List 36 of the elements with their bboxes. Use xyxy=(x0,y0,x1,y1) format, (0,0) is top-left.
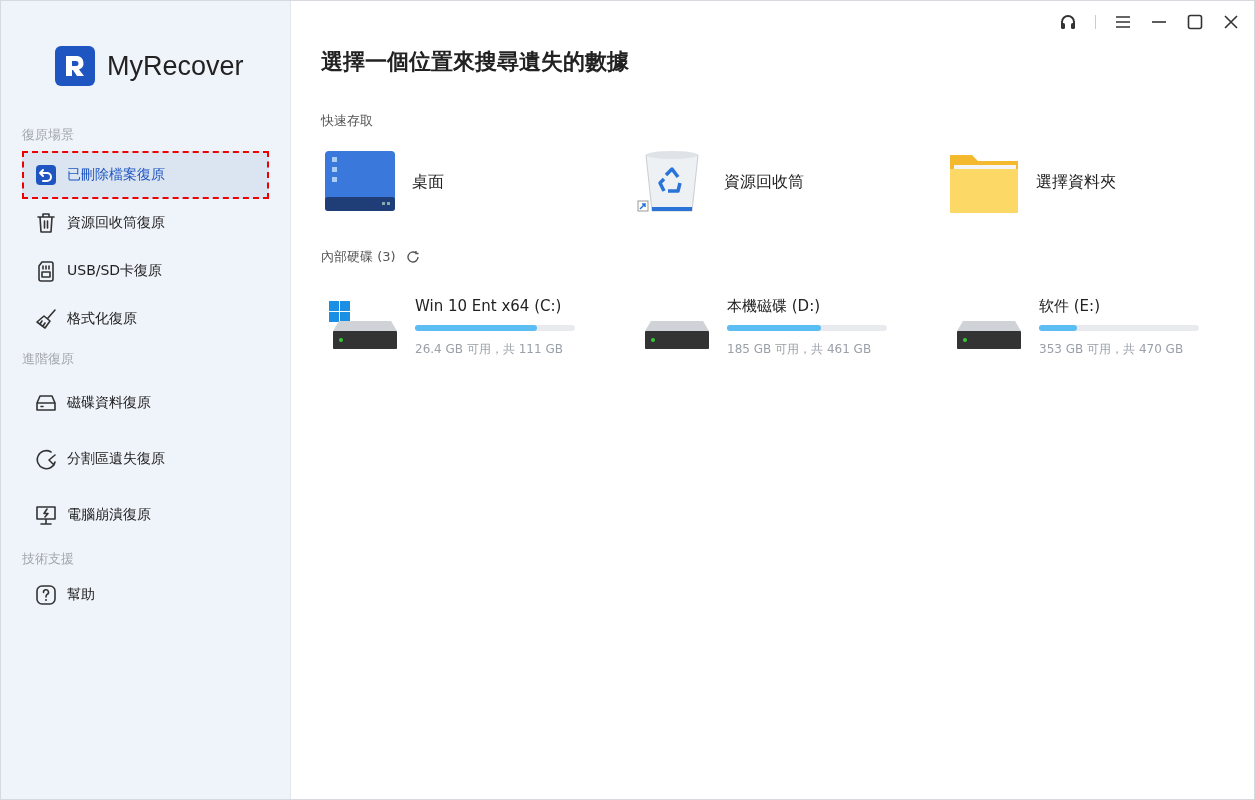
page-title: 選擇一個位置來搜尋遺失的數據 xyxy=(321,48,630,76)
section-heading: 內部硬碟 (3) xyxy=(321,248,396,266)
quick-access-item[interactable]: 選擇資料夾 xyxy=(945,147,1245,217)
headset-icon[interactable] xyxy=(1059,13,1077,31)
sd-card-icon xyxy=(35,260,57,282)
sidebar-item[interactable]: 磁碟資料復原 xyxy=(22,377,269,429)
sidebar-item[interactable]: 幫助 xyxy=(22,571,269,619)
drive-name[interactable]: 软件 (E:) xyxy=(1039,297,1201,319)
sidebar-item[interactable]: 電腦崩潰復原 xyxy=(22,489,269,541)
sidebar-item[interactable]: USB/SD卡復原 xyxy=(22,247,269,295)
broom-icon xyxy=(35,308,57,330)
menu-icon[interactable] xyxy=(1114,13,1132,31)
sidebar-item[interactable]: 資源回收筒復原 xyxy=(22,199,269,247)
sidebar-item[interactable]: 分割區遺失復原 xyxy=(22,433,269,485)
close-icon[interactable] xyxy=(1222,13,1240,31)
sidebar-item[interactable]: 格式化復原 xyxy=(22,295,269,343)
drive-space-text: 353 GB 可用，共 470 GB xyxy=(1039,341,1185,358)
sidebar-item[interactable]: 已刪除檔案復原 xyxy=(22,151,269,199)
app-logo-icon xyxy=(55,46,95,86)
drive-space-text: 185 GB 可用，共 461 GB xyxy=(727,341,873,358)
section-heading: 復原場景 xyxy=(21,126,75,144)
monitor-bolt-icon xyxy=(35,504,57,526)
quick-access-item[interactable]: 桌面 xyxy=(321,147,633,217)
drive-space-text: 26.4 GB 可用，共 111 GB xyxy=(415,341,564,358)
section-heading: 技術支援 xyxy=(21,550,75,568)
section-heading: 進階復原 xyxy=(21,350,75,368)
quick-access-item[interactable]: 資源回收筒 xyxy=(633,147,945,217)
trash-icon xyxy=(35,212,57,234)
app-name: MyRecover xyxy=(107,50,244,82)
drive-name[interactable]: Win 10 Ent x64 (C:) xyxy=(415,297,577,319)
partition-icon xyxy=(35,448,57,470)
maximize-icon[interactable] xyxy=(1186,13,1204,31)
section-heading: 快速存取 xyxy=(321,112,373,130)
help-icon xyxy=(35,584,57,606)
drive-name[interactable]: 本機磁碟 (D:) xyxy=(727,297,889,319)
refresh-icon[interactable] xyxy=(405,250,420,264)
